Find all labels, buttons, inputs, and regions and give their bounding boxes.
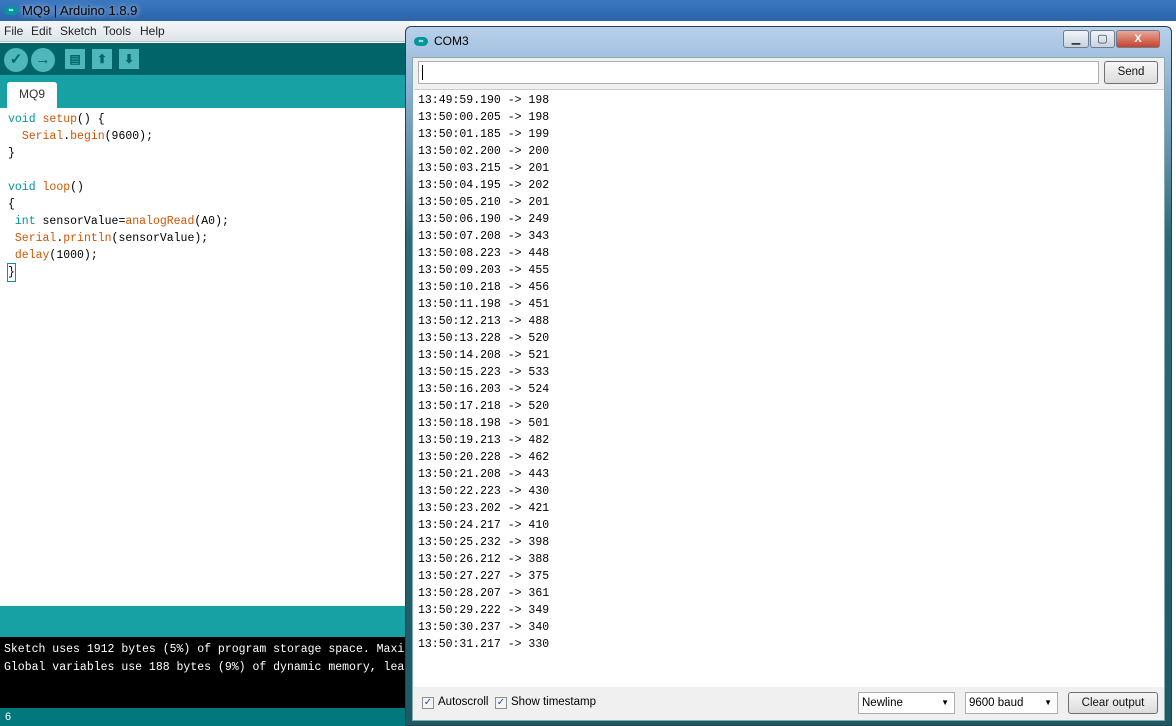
serial-line: 13:50:00.205 -> 198 <box>418 111 550 124</box>
serial-line: 13:50:15.223 -> 533 <box>418 366 550 379</box>
arrow-right-icon: → <box>35 51 51 68</box>
serial-line: 13:50:06.190 -> 249 <box>418 213 550 226</box>
send-button[interactable]: Send <box>1104 61 1158 84</box>
serial-output[interactable]: 13:49:59.190 -> 198 13:50:00.205 -> 198 13… <box>414 89 1164 687</box>
serial-line: 13:50:21.208 -> 443 <box>418 468 550 481</box>
serial-line: 13:50:17.218 -> 520 <box>418 400 550 413</box>
code-line: { <box>8 198 15 211</box>
console-output: Sketch uses 1912 bytes (5%) of program s… <box>0 637 410 708</box>
console-header <box>0 606 410 637</box>
serial-line: 13:50:18.198 -> 501 <box>418 417 550 430</box>
checkmark-icon: ✓ <box>9 51 23 68</box>
menu-tools[interactable]: Tools <box>103 24 131 38</box>
dropdown-arrow-icon: ▼ <box>941 698 949 707</box>
serial-line: 13:50:20.228 -> 462 <box>418 451 550 464</box>
console-line: Global variables use 188 bytes (9%) of d… <box>4 661 405 674</box>
menu-edit[interactable]: Edit <box>31 24 52 38</box>
tab-mq9[interactable]: MQ9 <box>7 82 57 108</box>
status-bar: 6 <box>0 708 410 726</box>
serial-line: 13:50:11.198 -> 451 <box>418 298 550 311</box>
minimize-button[interactable]: ▁ <box>1063 30 1089 48</box>
arrow-up-icon: ⬆ <box>96 52 108 66</box>
code-line: } <box>8 147 15 160</box>
dropdown-arrow-icon: ▼ <box>1044 698 1052 707</box>
serial-line: 13:50:07.208 -> 343 <box>418 230 550 243</box>
serial-line: 13:50:08.223 -> 448 <box>418 247 550 260</box>
close-icon: X <box>1134 33 1142 45</box>
ide-title-bar: ∞ MQ9 | Arduino 1.8.9 <box>0 0 1176 21</box>
autoscroll-checkbox[interactable]: ✓ <box>422 697 434 709</box>
arduino-logo-icon: ∞ <box>4 6 18 15</box>
serial-line: 13:50:31.217 -> 330 <box>418 638 550 651</box>
autoscroll-label: Autoscroll <box>438 696 489 708</box>
serial-monitor-footer: ✓ Autoscroll ✓ Show timestamp Newline ▼ 9… <box>413 687 1164 720</box>
serial-line: 13:50:02.200 -> 200 <box>418 145 550 158</box>
code-line: void setup() { <box>8 113 105 126</box>
baud-rate-value: 9600 baud <box>969 697 1024 709</box>
clear-output-button[interactable]: Clear output <box>1068 692 1158 714</box>
save-button[interactable]: ⬇ <box>119 49 139 69</box>
serial-line: 13:50:25.232 -> 398 <box>418 536 550 549</box>
code-line: void loop() <box>8 181 84 194</box>
code-line: delay(1000); <box>14 249 98 262</box>
window-title: MQ9 | Arduino 1.8.9 <box>22 3 138 18</box>
text-caret <box>422 65 423 80</box>
serial-line: 13:50:14.208 -> 521 <box>418 349 550 362</box>
new-button[interactable]: ▤ <box>65 49 85 69</box>
serial-line: 13:50:10.218 -> 456 <box>418 281 550 294</box>
menu-help[interactable]: Help <box>140 24 165 38</box>
serial-line: 13:50:04.195 -> 202 <box>418 179 550 192</box>
serial-line: 13:50:22.223 -> 430 <box>418 485 550 498</box>
arrow-down-icon: ⬇ <box>123 52 135 66</box>
serial-line: 13:50:23.202 -> 421 <box>418 502 550 515</box>
menu-bar: File Edit Sketch Tools Help <box>0 21 410 42</box>
upload-button[interactable]: → <box>31 48 55 72</box>
arduino-logo-icon: ∞ <box>414 37 428 46</box>
serial-line: 13:50:27.227 -> 375 <box>418 570 550 583</box>
serial-monitor-title: COM3 <box>434 34 469 48</box>
code-line: Serial.begin(9600); <box>21 130 153 143</box>
serial-line: 13:50:09.203 -> 455 <box>418 264 550 277</box>
checkmark-icon: ✓ <box>423 697 433 708</box>
code-editor[interactable]: void setup() { Serial.begin(9600);} void … <box>0 108 410 606</box>
serial-line: 13:50:16.203 -> 524 <box>418 383 550 396</box>
menu-sketch[interactable]: Sketch <box>60 24 97 38</box>
close-button[interactable]: X <box>1116 30 1160 48</box>
serial-line: 13:50:01.185 -> 199 <box>418 128 550 141</box>
minimize-icon: ▁ <box>1071 33 1081 45</box>
code-line: Serial.println(sensorValue); <box>14 232 209 245</box>
toolbar: ✓ → ▤ ⬆ ⬇ <box>0 43 410 75</box>
serial-line: 13:50:28.207 -> 361 <box>418 587 550 600</box>
show-timestamp-label: Show timestamp <box>511 696 597 708</box>
serial-line: 13:50:29.222 -> 349 <box>418 604 550 617</box>
serial-line: 13:50:03.215 -> 201 <box>418 162 550 175</box>
serial-monitor-body: Send 13:49:59.190 -> 198 13:50:00.205 -> … <box>412 57 1165 721</box>
checkmark-icon: ✓ <box>496 697 506 708</box>
code-line: } <box>7 263 16 282</box>
new-file-icon: ▤ <box>69 52 81 66</box>
code-line: int sensorValue=analogRead(A0); <box>14 215 229 228</box>
line-number: 6 <box>5 711 12 723</box>
menu-file[interactable]: File <box>4 24 23 38</box>
serial-line: 13:50:19.213 -> 482 <box>418 434 550 447</box>
serial-line: 13:49:59.190 -> 198 <box>418 94 550 107</box>
maximize-icon: ▢ <box>1097 33 1108 45</box>
serial-line: 13:50:13.228 -> 520 <box>418 332 550 345</box>
open-button[interactable]: ⬆ <box>92 49 112 69</box>
serial-line: 13:50:12.213 -> 488 <box>418 315 550 328</box>
serial-line: 13:50:26.212 -> 388 <box>418 553 550 566</box>
line-ending-value: Newline <box>862 697 903 709</box>
serial-input[interactable] <box>418 61 1099 84</box>
serial-line: 13:50:05.210 -> 201 <box>418 196 550 209</box>
line-ending-select[interactable]: Newline ▼ <box>858 692 955 714</box>
verify-button[interactable]: ✓ <box>4 48 28 72</box>
baud-rate-select[interactable]: 9600 baud ▼ <box>965 692 1058 714</box>
show-timestamp-checkbox[interactable]: ✓ <box>495 697 507 709</box>
console-line: Sketch uses 1912 bytes (5%) of program s… <box>4 643 405 656</box>
serial-line: 13:50:24.217 -> 410 <box>418 519 550 532</box>
serial-line: 13:50:30.237 -> 340 <box>418 621 550 634</box>
serial-monitor-window: ∞ COM3 ▁ ▢ X Send 13:49:59.190 -> 198 13:… <box>405 26 1172 726</box>
maximize-button[interactable]: ▢ <box>1090 30 1115 48</box>
tab-bar: MQ9 <box>0 75 410 108</box>
